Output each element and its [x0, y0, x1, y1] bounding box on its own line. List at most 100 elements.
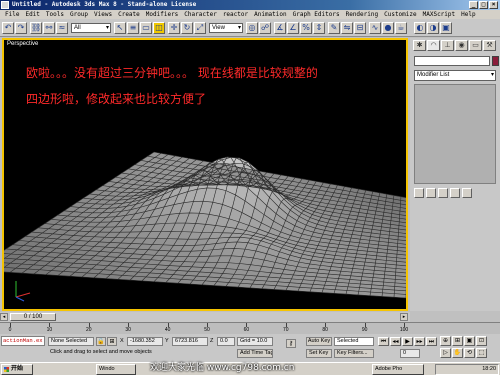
zoom-icon[interactable]: ⊕ [440, 336, 451, 346]
material-editor-icon[interactable]: ● [382, 22, 394, 34]
key-icon[interactable]: ⚷ [286, 339, 296, 348]
viewport-label[interactable]: Perspective [7, 41, 38, 47]
next-frame-arrow-icon[interactable]: ▸ [400, 313, 408, 321]
menu-character[interactable]: Character [181, 10, 220, 19]
bind-space-warp-icon[interactable]: ≈ [56, 22, 68, 34]
unlink-icon[interactable]: ⚯ [43, 22, 55, 34]
x-coordinate-field[interactable]: -1680.352 [127, 337, 163, 346]
rectangular-selection-icon[interactable]: ▭ [140, 22, 152, 34]
minimize-button[interactable]: _ [469, 1, 478, 9]
link-icon[interactable]: ⛓ [30, 22, 42, 34]
angle-snap-icon[interactable]: ∠ [287, 22, 299, 34]
redo-icon[interactable]: ↷ [15, 22, 27, 34]
field-of-view-icon[interactable]: ▷ [440, 348, 451, 358]
lock-selection-icon[interactable]: 🔒 [96, 337, 106, 346]
absolute-mode-icon[interactable]: ⊞ [107, 337, 117, 346]
menu-animation[interactable]: Animation [251, 10, 290, 19]
pivot-center-icon[interactable]: ◎ [246, 22, 258, 34]
undo-icon[interactable]: ↶ [2, 22, 14, 34]
perspective-viewport[interactable]: Perspective 欧啦。。。没有超过三分钟吧。。。 现在线都是比较规整的 … [2, 38, 408, 311]
prev-frame-arrow-icon[interactable]: ◂ [0, 313, 8, 321]
previous-key-icon[interactable]: ◂◂ [390, 337, 401, 346]
motion-tab-icon[interactable]: ◉ [455, 40, 468, 51]
reference-coord-dropdown[interactable]: View [209, 23, 243, 33]
time-slider-thumb[interactable]: 0 / 100 [10, 313, 56, 321]
menu-file[interactable]: File [2, 10, 22, 19]
zoom-extents-icon[interactable]: ▣ [464, 336, 475, 346]
render-scene-icon[interactable]: ☕ [395, 22, 407, 34]
modifier-stack[interactable] [414, 84, 496, 184]
quick-render-icon[interactable]: ◐ [414, 22, 426, 34]
render-last-icon[interactable]: ▣ [440, 22, 452, 34]
maximize-viewport-icon[interactable]: ⬚ [476, 348, 487, 358]
menu-modifiers[interactable]: Modifiers [143, 10, 182, 19]
show-end-result-icon[interactable] [426, 188, 436, 198]
remove-modifier-icon[interactable] [450, 188, 460, 198]
utilities-tab-icon[interactable]: ⚒ [483, 40, 496, 51]
start-button[interactable]: 开始 [1, 364, 33, 375]
close-button[interactable]: × [489, 1, 498, 9]
y-coordinate-field[interactable]: 6723.816 [172, 337, 208, 346]
selection-filter-dropdown[interactable]: All [71, 23, 111, 33]
time-slider[interactable]: ◂ 0 / 100 ▸ [0, 312, 410, 322]
select-and-scale-icon[interactable]: ⤢ [194, 22, 206, 34]
maxscript-listener[interactable]: actionMan.ex [1, 336, 45, 346]
menu-reactor[interactable]: reactor [220, 10, 251, 19]
play-icon[interactable]: ▶ [402, 337, 413, 346]
zoom-all-icon[interactable]: ⊞ [452, 336, 463, 346]
key-mode-dropdown[interactable]: Selected [334, 337, 374, 346]
select-and-move-icon[interactable]: ✛ [168, 22, 180, 34]
menu-customize[interactable]: Customize [381, 10, 420, 19]
named-selection-icon[interactable]: ✎ [328, 22, 340, 34]
menu-graph-editors[interactable]: Graph Editors [290, 10, 343, 19]
snaps-toggle-icon[interactable]: ∡ [274, 22, 286, 34]
select-and-rotate-icon[interactable]: ↻ [181, 22, 193, 34]
pin-stack-icon[interactable] [414, 188, 424, 198]
command-toolbar: ◐ ◑ ▣ [410, 19, 500, 37]
track-bar[interactable]: 0 10 20 30 40 50 60 70 80 90 100 [0, 322, 500, 334]
modify-tab-icon[interactable]: ◠ [427, 40, 440, 51]
render-type-icon[interactable]: ◑ [427, 22, 439, 34]
menu-create[interactable]: Create [115, 10, 143, 19]
menu-edit[interactable]: Edit [22, 10, 42, 19]
goto-start-icon[interactable]: ⏮ [378, 337, 389, 346]
menu-tools[interactable]: Tools [43, 10, 67, 19]
taskbar-item-windows[interactable]: Windo [96, 364, 136, 375]
window-crossing-icon[interactable]: ◫ [153, 22, 165, 34]
make-unique-icon[interactable] [438, 188, 448, 198]
manipulate-icon[interactable]: ☍ [259, 22, 271, 34]
app-icon[interactable] [1, 1, 9, 9]
current-frame-field[interactable]: 0 [400, 349, 420, 358]
align-icon[interactable]: ⊟ [354, 22, 366, 34]
next-key-icon[interactable]: ▸▸ [414, 337, 425, 346]
taskbar-item-photoshop[interactable]: Adobe Pho [372, 364, 424, 375]
configure-sets-icon[interactable] [462, 188, 472, 198]
menu-help[interactable]: Help [458, 10, 478, 19]
pan-icon[interactable]: ✋ [452, 348, 463, 358]
display-tab-icon[interactable]: ▭ [469, 40, 482, 51]
object-name-field[interactable] [414, 56, 490, 66]
create-tab-icon[interactable]: ✱ [413, 40, 426, 51]
set-key-button[interactable]: Set Key [306, 349, 332, 358]
mirror-icon[interactable]: ⇋ [341, 22, 353, 34]
select-object-icon[interactable]: ↖ [114, 22, 126, 34]
zoom-extents-all-icon[interactable]: ⊡ [476, 336, 487, 346]
menu-maxscript[interactable]: MAXScript [420, 10, 459, 19]
goto-end-icon[interactable]: ⏭ [426, 337, 437, 346]
menu-group[interactable]: Group [67, 10, 91, 19]
arc-rotate-icon[interactable]: ⟲ [464, 348, 475, 358]
select-by-name-icon[interactable]: ≡ [127, 22, 139, 34]
menu-views[interactable]: Views [91, 10, 115, 19]
key-filters-button[interactable]: Key Filters... [334, 349, 374, 358]
hierarchy-tab-icon[interactable]: ⊥ [441, 40, 454, 51]
object-color-swatch[interactable] [492, 56, 499, 66]
menu-rendering[interactable]: Rendering [343, 10, 382, 19]
spinner-snap-icon[interactable]: ⇕ [313, 22, 325, 34]
maximize-button[interactable]: □ [479, 1, 488, 9]
z-coordinate-field[interactable]: 0.0 [217, 337, 235, 346]
curve-editor-icon[interactable]: ∿ [369, 22, 381, 34]
auto-key-button[interactable]: Auto Key [306, 337, 332, 346]
add-time-tag-button[interactable]: Add Time Tag [237, 349, 273, 358]
modifier-list-dropdown[interactable]: Modifier List [414, 70, 496, 81]
percent-snap-icon[interactable]: % [300, 22, 312, 34]
